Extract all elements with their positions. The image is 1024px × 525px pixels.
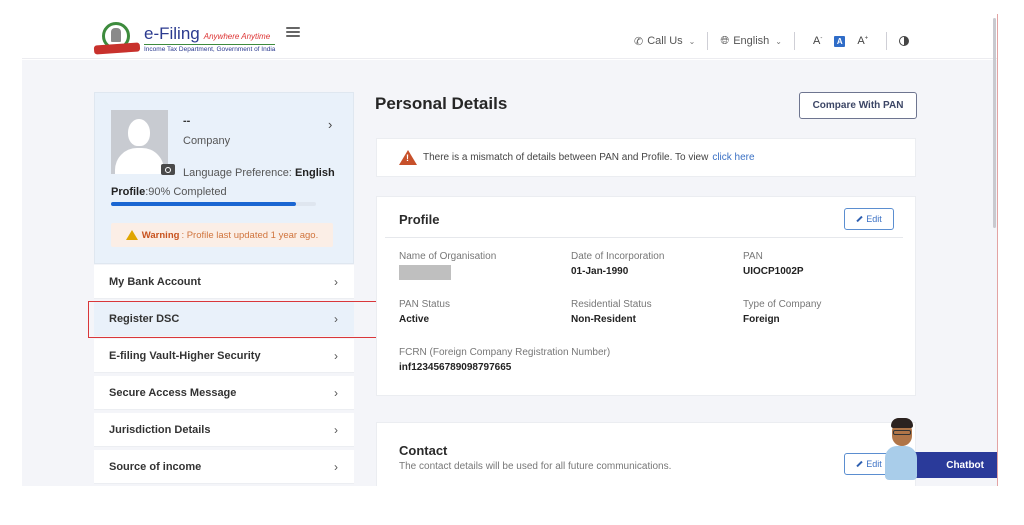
- profile-warning: Warning: Profile last updated 1 year ago…: [111, 223, 333, 247]
- contact-subtitle: The contact details will be used for all…: [399, 461, 672, 472]
- avatar: [111, 110, 168, 174]
- field-pan: PAN UIOCP1002P: [743, 251, 804, 277]
- field-pan-status: PAN Status Active: [399, 299, 450, 325]
- chevron-right-icon: ›: [334, 348, 338, 363]
- field-fcrn: FCRN (Foreign Company Registration Numbe…: [399, 347, 611, 373]
- language-dropdown[interactable]: 🌐︎ English ⌄: [720, 35, 782, 48]
- profile-progress-bar: [111, 202, 316, 206]
- divider: [886, 32, 888, 50]
- chevron-right-icon: ›: [334, 385, 338, 400]
- chatbot-button[interactable]: Chatbot: [912, 452, 998, 478]
- redacted-value: [399, 265, 451, 280]
- highlight-annotation: [88, 301, 378, 338]
- logo-subtitle: Income Tax Department, Government of Ind…: [144, 43, 276, 53]
- click-here-link[interactable]: click here: [712, 152, 754, 163]
- profile-progress-fill: [111, 202, 296, 206]
- contact-section-title: Contact: [399, 443, 448, 458]
- mismatch-alert: There is a mismatch of details between P…: [376, 138, 916, 177]
- pencil-icon: [856, 460, 863, 468]
- app-window: e-Filing Anywhere Anytime Income Tax Dep…: [22, 14, 998, 486]
- page-title: Personal Details: [375, 94, 508, 113]
- call-us-dropdown[interactable]: ✆ Call Us ⌄: [634, 35, 695, 48]
- camera-icon[interactable]: [161, 164, 175, 175]
- contrast-icon[interactable]: [899, 36, 910, 46]
- sidebar-item-source-of-income[interactable]: Source of income ›: [94, 450, 354, 484]
- font-decrease-button[interactable]: A-: [813, 35, 822, 47]
- field-name-of-organisation: Name of Organisation: [399, 251, 496, 280]
- chatbot-avatar-icon[interactable]: [882, 418, 922, 480]
- efiling-logo[interactable]: e-Filing Anywhere Anytime Income Tax Dep…: [93, 20, 276, 56]
- profile-type: Company: [183, 135, 231, 147]
- compare-with-pan-button[interactable]: Compare With PAN: [799, 92, 917, 119]
- sidebar-item-jurisdiction-details[interactable]: Jurisdiction Details ›: [94, 413, 354, 447]
- logo-tagline: Anywhere Anytime: [203, 31, 271, 41]
- sidebar-item-my-bank-account[interactable]: My Bank Account ›: [94, 265, 354, 299]
- profile-section-title: Profile: [399, 212, 440, 227]
- phone-icon: ✆: [634, 35, 644, 48]
- language-preference: Language Preference: English: [183, 167, 335, 179]
- profile-completion-label: Profile:90% Completed: [111, 186, 227, 198]
- chevron-down-icon: ⌄: [688, 36, 696, 46]
- profile-name: --: [183, 115, 191, 127]
- chevron-right-icon[interactable]: ›: [328, 117, 332, 132]
- divider: [385, 237, 903, 238]
- logo-title: e-Filing: [144, 23, 200, 43]
- field-residential-status: Residential Status Non-Resident: [571, 299, 652, 325]
- chevron-right-icon: ›: [334, 459, 338, 474]
- language-label: English: [733, 35, 770, 47]
- chevron-right-icon: ›: [334, 274, 338, 289]
- chevron-down-icon: ⌄: [775, 36, 782, 46]
- profile-card: Profile Edit Name of Organisation Date o…: [376, 196, 916, 396]
- hamburger-icon[interactable]: [286, 27, 300, 37]
- field-date-of-incorporation: Date of Incorporation 01-Jan-1990: [571, 251, 665, 277]
- scrollbar[interactable]: [993, 18, 996, 228]
- chevron-right-icon: ›: [334, 422, 338, 437]
- top-header: e-Filing Anywhere Anytime Income Tax Dep…: [22, 14, 998, 59]
- profile-summary-card: -- Company › Language Preference: Englis…: [94, 92, 354, 264]
- warning-icon: [125, 230, 138, 240]
- contact-card: Contact The contact details will be used…: [376, 422, 916, 486]
- emblem-icon: [93, 20, 141, 56]
- font-increase-button[interactable]: A+: [857, 35, 868, 47]
- field-type-of-company: Type of Company Foreign: [743, 299, 822, 325]
- divider: [793, 32, 795, 50]
- sidebar-item-secure-access-message[interactable]: Secure Access Message ›: [94, 376, 354, 410]
- warning-icon: [399, 150, 417, 165]
- globe-icon: 🌐︎: [720, 34, 730, 47]
- profile-edit-button[interactable]: Edit: [844, 208, 894, 230]
- window-border: [997, 14, 998, 486]
- sidebar-item-efiling-vault[interactable]: E-filing Vault-Higher Security ›: [94, 339, 354, 373]
- call-us-label: Call Us: [647, 35, 683, 47]
- font-default-button[interactable]: A: [834, 35, 846, 47]
- divider: [707, 32, 709, 50]
- pencil-icon: [856, 215, 863, 223]
- alert-text: There is a mismatch of details between P…: [423, 152, 709, 163]
